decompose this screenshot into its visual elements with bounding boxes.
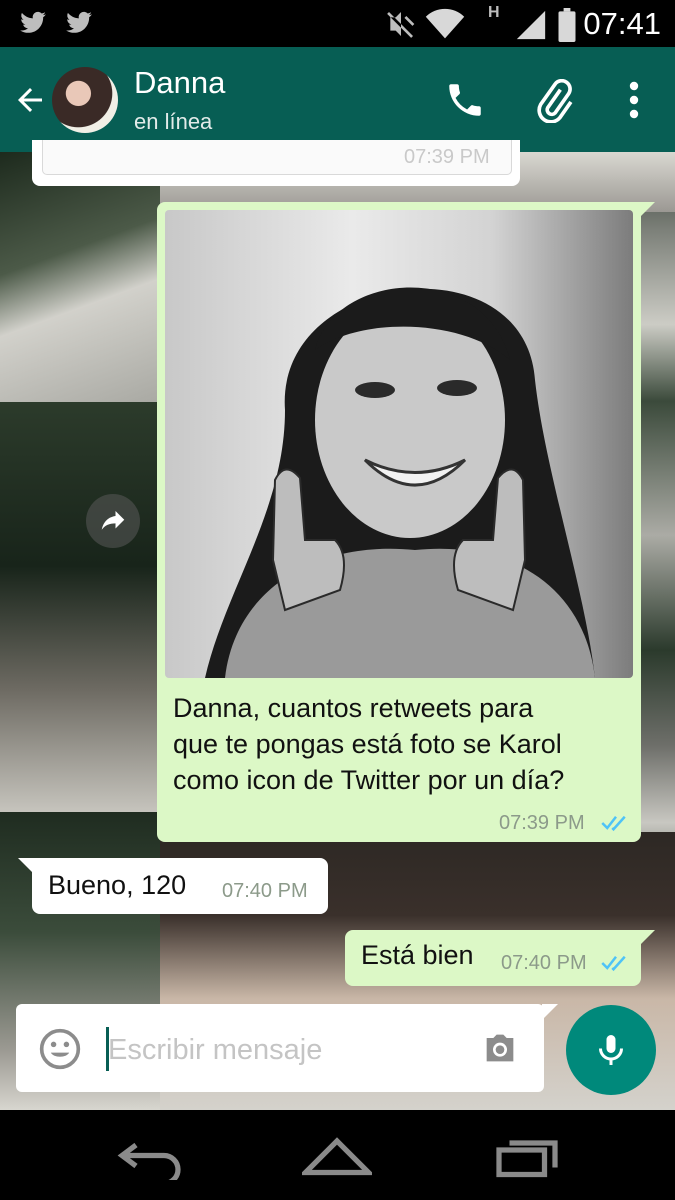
voice-record-button[interactable] (566, 1005, 656, 1095)
caption-line: como icon de Twitter por un día? (173, 765, 565, 795)
caption-line: que te pongas está foto se Karol (173, 729, 562, 759)
phone-icon[interactable] (444, 79, 486, 121)
contact-name[interactable]: Danna (134, 65, 225, 101)
message-input[interactable]: Escribir mensaje (108, 1034, 322, 1067)
double-check-read-icon (601, 815, 626, 832)
wifi-icon (425, 8, 465, 39)
system-nav-bar (0, 1110, 675, 1200)
bubble-tail (18, 858, 34, 874)
emoji-icon[interactable] (38, 1027, 82, 1071)
outgoing-image-message[interactable]: Danna, cuantos retweets para que te pong… (157, 202, 655, 842)
double-check-read-icon (601, 955, 626, 972)
camera-icon[interactable] (478, 1028, 522, 1068)
more-vert-icon[interactable] (620, 79, 648, 121)
photo-portrait (205, 287, 595, 678)
chat-header: Danna en línea (0, 47, 675, 152)
avatar[interactable] (52, 67, 118, 133)
forward-icon (101, 511, 125, 530)
message-time: 07:39 PM (499, 812, 585, 834)
message-time: 07:40 PM (501, 952, 587, 974)
message-time: 07:40 PM (222, 880, 308, 902)
microphone-icon (599, 1035, 623, 1065)
bubble-tail (639, 202, 655, 218)
paperclip-icon[interactable] (532, 79, 576, 123)
clock: 07:41 (583, 6, 661, 41)
mute-icon (387, 12, 415, 38)
forward-button[interactable] (86, 494, 140, 548)
photo[interactable] (165, 210, 633, 678)
message-time: 07:39 PM (404, 146, 490, 168)
battery-icon (558, 8, 576, 42)
incoming-text-message[interactable]: Bueno, 120 07:40 PM (18, 858, 328, 914)
signal-icon (516, 10, 546, 40)
image-caption: Danna, cuantos retweets para que te pong… (173, 690, 633, 798)
incoming-tweet-message[interactable]: 07:39 PM (32, 140, 520, 186)
status-bar: H 07:41 (0, 0, 675, 47)
recents-icon[interactable] (492, 1136, 562, 1178)
network-type: H (488, 4, 500, 21)
twitter-icon (20, 11, 46, 33)
message-text: Está bien (361, 940, 474, 970)
back-icon[interactable] (115, 1138, 185, 1180)
back-arrow-icon[interactable] (12, 82, 48, 118)
bubble-tail (542, 1004, 558, 1020)
home-icon[interactable] (302, 1134, 372, 1176)
twitter-icon (66, 11, 92, 33)
contact-status: en línea (134, 109, 213, 134)
bubble-tail (639, 930, 655, 946)
outgoing-text-message[interactable]: Está bien 07:40 PM (345, 930, 655, 986)
message-text: Bueno, 120 (48, 870, 187, 900)
caption-line: Danna, cuantos retweets para (173, 693, 534, 723)
